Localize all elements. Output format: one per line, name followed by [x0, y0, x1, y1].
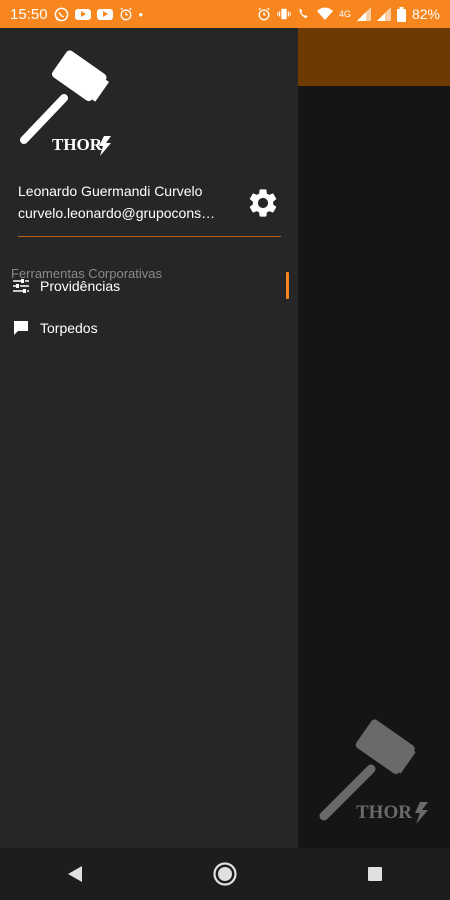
dot-icon: • [138, 6, 144, 22]
gear-icon [249, 189, 277, 217]
header-divider [18, 236, 281, 237]
back-icon [68, 866, 82, 882]
battery-icon [396, 6, 406, 22]
wifi-icon [316, 7, 333, 20]
menu-item-label: Torpedos [40, 320, 98, 336]
battery-level: 82% [411, 6, 440, 22]
menu-item-label: Providências [40, 278, 121, 294]
home-icon [213, 862, 237, 886]
status-bar: 15:50 • 4G 82% [0, 0, 450, 28]
back-button[interactable] [55, 854, 95, 894]
recents-button[interactable] [355, 854, 395, 894]
user-name: Leonardo Guermandi Curvelo [18, 183, 203, 199]
wifi-call-icon [299, 8, 308, 19]
background-thor-logo: THOR [319, 719, 428, 824]
network-type: 4G [338, 8, 351, 19]
vibrate-icon [277, 8, 291, 20]
active-indicator [286, 272, 289, 299]
signal-icon-2 [376, 7, 391, 21]
logo-text: THOR [52, 135, 103, 154]
thor-logo: THOR [20, 50, 111, 156]
youtube-icon [74, 8, 91, 20]
menu-item-providencias[interactable]: Providências [0, 266, 298, 306]
alarm-icon [119, 7, 132, 21]
signal-icon [356, 7, 371, 21]
home-button[interactable] [205, 854, 245, 894]
background-logo-text: THOR [356, 802, 412, 823]
menu-item-torpedos[interactable]: Torpedos [0, 308, 298, 348]
status-time: 15:50 [10, 5, 48, 23]
system-icons: 4G 82% [257, 6, 440, 22]
alarm-status-icon [258, 7, 270, 21]
settings-button[interactable] [243, 183, 283, 223]
recents-icon [368, 867, 382, 881]
whatsapp-icon [54, 7, 68, 21]
user-email: curvelo.leonardo@grupocons… [18, 205, 216, 221]
youtube-icon-2 [96, 8, 113, 20]
chat-icon [12, 319, 30, 337]
tune-icon [12, 277, 30, 295]
navigation-drawer: THOR Leonardo Guermandi Curvelo curvelo.… [0, 28, 298, 848]
notification-icons: • [54, 6, 144, 22]
system-navigation-bar [0, 848, 450, 900]
